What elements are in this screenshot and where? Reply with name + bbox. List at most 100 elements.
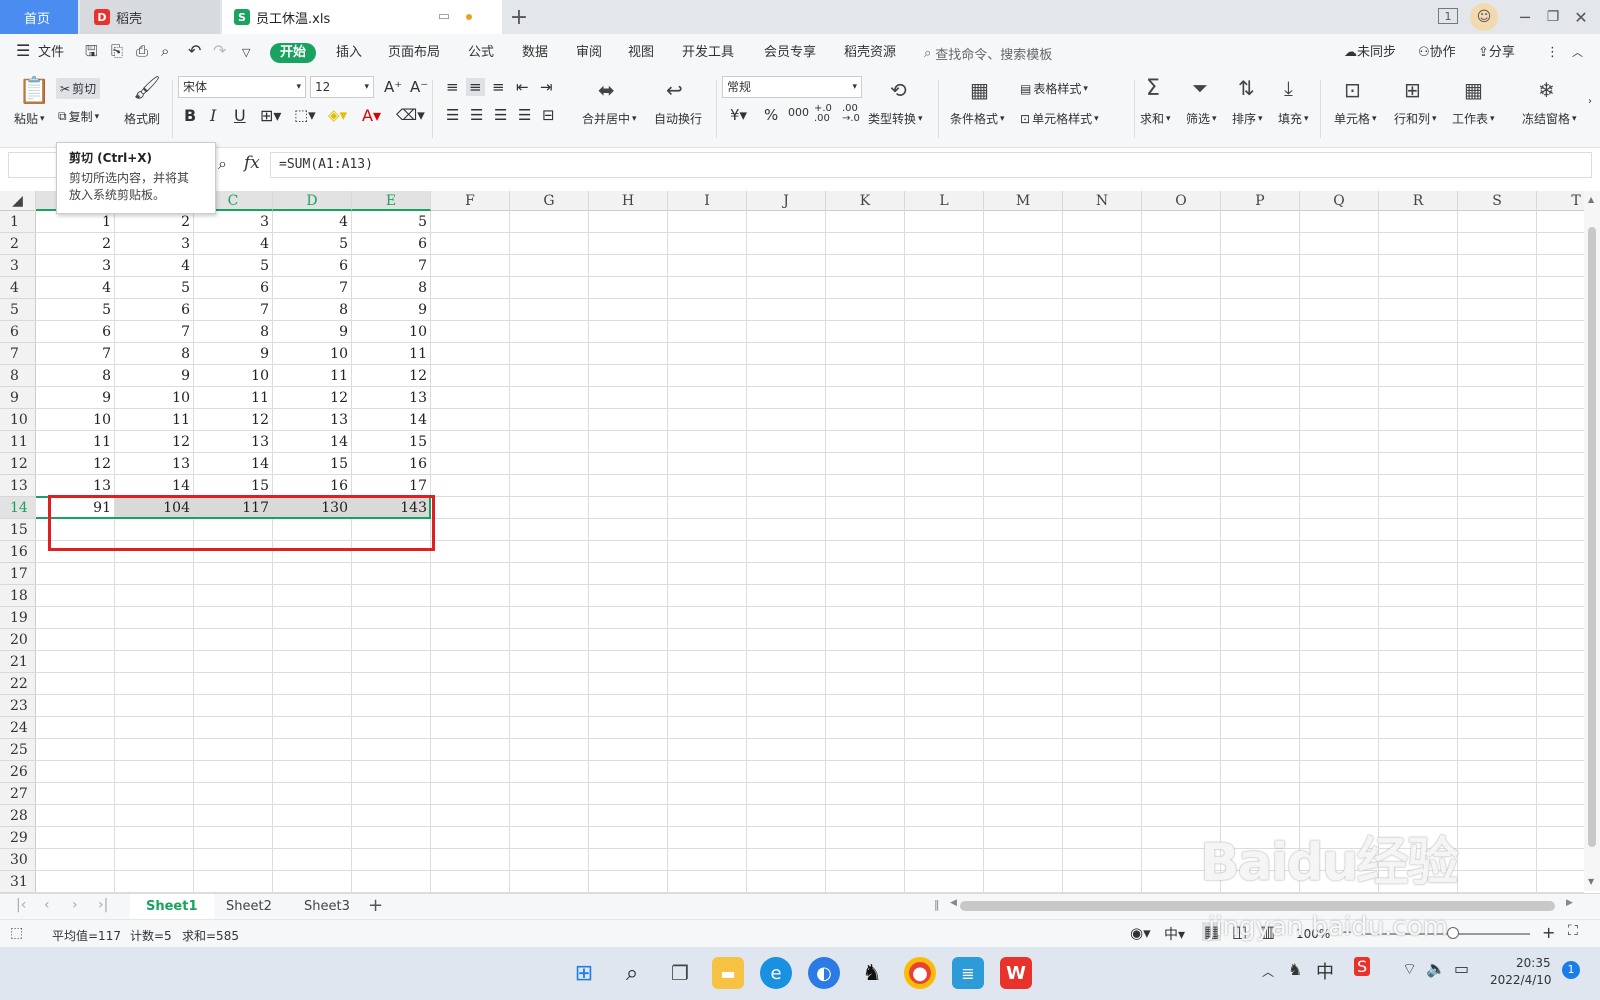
cell-e1[interactable]: 5 [352, 211, 431, 233]
worksheet-button[interactable]: 工作表 ▾ [1452, 110, 1495, 127]
wifi-icon[interactable]: ⌔ [1402, 959, 1417, 979]
column-header-e[interactable]: E [352, 191, 431, 211]
cell-e6[interactable]: 10 [352, 321, 431, 343]
cell-a9[interactable]: 9 [36, 387, 115, 409]
select-all-corner[interactable]: ◢ [0, 191, 36, 211]
menu-member[interactable]: 会员专享 [764, 43, 816, 63]
conditional-format-icon[interactable]: ▦ [970, 78, 989, 102]
menu-file[interactable]: 文件 [38, 43, 64, 63]
menu-insert[interactable]: 插入 [336, 43, 362, 63]
cell-button[interactable]: 单元格 ▾ [1334, 110, 1377, 127]
sort-button[interactable]: 排序 ▾ [1232, 110, 1263, 127]
cell-a1[interactable]: 1 [36, 211, 115, 233]
tray-qq-icon[interactable]: ♞ [1288, 960, 1302, 979]
row-header[interactable]: 29 [0, 827, 36, 849]
restore-icon[interactable]: ❐ [1540, 4, 1566, 30]
cell-e3[interactable]: 7 [352, 255, 431, 277]
row-header[interactable]: 7 [0, 343, 36, 365]
cell-d6[interactable]: 9 [273, 321, 352, 343]
fullscreen-icon[interactable]: ⛶ [1568, 923, 1578, 939]
cell-c6[interactable]: 8 [194, 321, 273, 343]
cell-e2[interactable]: 6 [352, 233, 431, 255]
ime-mode-icon[interactable]: 中▾ [1164, 924, 1185, 944]
cell-c10[interactable]: 12 [194, 409, 273, 431]
row-col-button[interactable]: 行和列 ▾ [1394, 110, 1437, 127]
thousands-icon[interactable]: 000 [788, 106, 809, 119]
decrease-font-icon[interactable]: A⁻ [410, 78, 428, 96]
cell-d12[interactable]: 15 [273, 453, 352, 475]
cell-grid[interactable]: 1 2 3 4 5 2 3 4 5 6 3 4 5 6 7 4 5 6 7 8 5 6 7 8 9 6 7 8 9 10 7 8 9 10 11 8 9… [36, 211, 1584, 893]
collab-button[interactable]: ⚇协作 [1418, 43, 1456, 63]
cell-b1[interactable]: 2 [115, 211, 194, 233]
cell-d8[interactable]: 11 [273, 365, 352, 387]
browser-e-icon[interactable]: e [760, 957, 792, 989]
row-header[interactable]: 26 [0, 761, 36, 783]
row-header[interactable]: 25 [0, 739, 36, 761]
quick-access-dropdown-icon[interactable]: ▽ [242, 43, 250, 63]
last-sheet-icon[interactable]: ›| [98, 897, 108, 913]
justify-icon[interactable]: ☰ [518, 106, 531, 124]
cell-a4[interactable]: 4 [36, 277, 115, 299]
paste-button[interactable]: 粘贴 ▾ [14, 110, 45, 127]
increase-decimal-icon[interactable]: +.0.00 [814, 104, 832, 124]
cell-a7[interactable]: 7 [36, 343, 115, 365]
cell-a12[interactable]: 12 [36, 453, 115, 475]
filter-button[interactable]: 筛选 ▾ [1186, 110, 1217, 127]
row-header[interactable]: 9 [0, 387, 36, 409]
menu-developer[interactable]: 开发工具 [682, 43, 734, 63]
cell-c3[interactable]: 5 [194, 255, 273, 277]
row-header[interactable]: 16 [0, 541, 36, 563]
fx-icon[interactable]: fx [244, 153, 260, 173]
cell-c11[interactable]: 13 [194, 431, 273, 453]
cell-d1[interactable]: 4 [273, 211, 352, 233]
copy-button[interactable]: ⧉ 复制 ▾ [58, 108, 99, 125]
redo-icon[interactable]: ↷ [213, 41, 226, 61]
tray-expand-icon[interactable]: ︿ [1262, 963, 1274, 980]
row-header[interactable]: 2 [0, 233, 36, 255]
row-header[interactable]: 14 [0, 497, 36, 519]
sum-button[interactable]: 求和 ▾ [1140, 110, 1171, 127]
row-header[interactable]: 30 [0, 849, 36, 871]
add-sheet-icon[interactable]: + [368, 895, 383, 916]
more-icon[interactable]: ⋮ [1546, 43, 1559, 63]
cell-c2[interactable]: 4 [194, 233, 273, 255]
user-count-badge[interactable]: 1 [1438, 8, 1458, 24]
fill-color-icon[interactable]: ◈▾ [328, 106, 347, 124]
row-header[interactable]: 11 [0, 431, 36, 453]
column-header-n[interactable]: N [1063, 191, 1142, 211]
cell-c1[interactable]: 3 [194, 211, 273, 233]
merge-center-icon[interactable]: ⬌ [598, 78, 615, 102]
edge-icon[interactable]: ◐ [808, 957, 840, 989]
fill-down-icon[interactable]: ⤓ [1284, 76, 1293, 100]
column-header-l[interactable]: L [905, 191, 984, 211]
cell-b9[interactable]: 10 [115, 387, 194, 409]
zoom-slider-thumb[interactable] [1447, 927, 1459, 939]
first-sheet-icon[interactable]: |‹ [16, 897, 26, 913]
cell-a5[interactable]: 5 [36, 299, 115, 321]
row-header[interactable]: 15 [0, 519, 36, 541]
fill-button[interactable]: 填充 ▾ [1278, 110, 1309, 127]
row-header[interactable]: 20 [0, 629, 36, 651]
worksheet-icon[interactable]: ▦ [1464, 78, 1483, 102]
prev-sheet-icon[interactable]: ‹ [44, 897, 50, 913]
align-right-icon[interactable]: ☰ [494, 106, 507, 124]
row-header[interactable]: 1 [0, 211, 36, 233]
row-header[interactable]: 10 [0, 409, 36, 431]
column-header-i[interactable]: I [668, 191, 747, 211]
cell-e7[interactable]: 11 [352, 343, 431, 365]
align-top-icon[interactable]: ≡ [446, 78, 459, 96]
cell-a3[interactable]: 3 [36, 255, 115, 277]
scroll-left-icon[interactable]: ◀ [950, 898, 957, 908]
cell-d3[interactable]: 6 [273, 255, 352, 277]
filter-icon[interactable]: ⏷ [1192, 76, 1208, 100]
distribute-icon[interactable]: ⊟ [542, 106, 555, 124]
zoom-formula-icon[interactable]: ⌕ [218, 154, 227, 174]
column-header-s[interactable]: S [1458, 191, 1537, 211]
column-header-q[interactable]: Q [1300, 191, 1379, 211]
percent-icon[interactable]: % [764, 106, 778, 124]
cell-icon[interactable]: ⊡ [1344, 78, 1361, 102]
sogou-ime-icon[interactable]: S [1354, 957, 1371, 976]
chrome-icon[interactable]: ● [904, 957, 936, 989]
row-header[interactable]: 17 [0, 563, 36, 585]
menu-page-layout[interactable]: 页面布局 [388, 43, 440, 63]
